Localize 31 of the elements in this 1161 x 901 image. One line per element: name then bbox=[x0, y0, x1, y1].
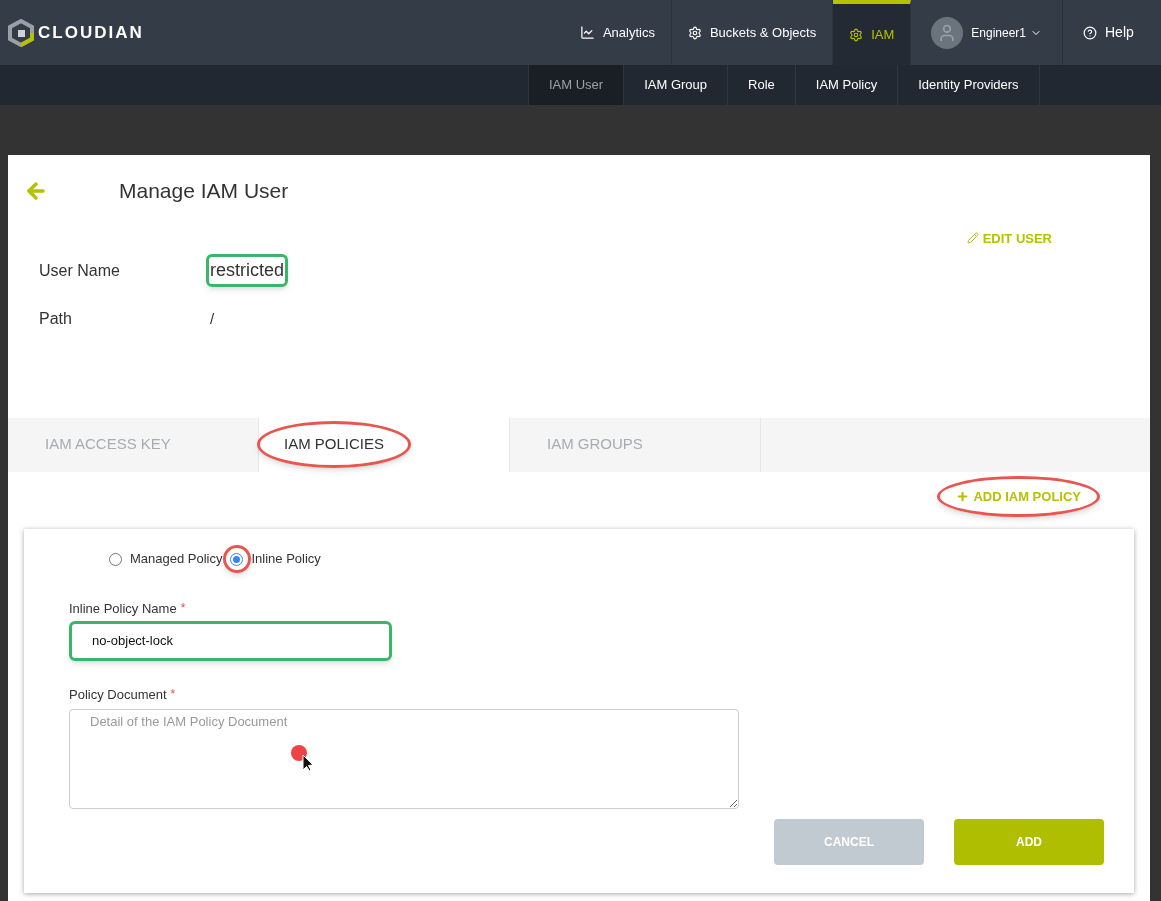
subnav-tab[interactable]: IAM User bbox=[528, 65, 624, 105]
subnav-tab[interactable]: Role bbox=[727, 65, 795, 105]
plus-icon bbox=[956, 489, 970, 503]
help-icon bbox=[1083, 25, 1097, 40]
subnav-tab[interactable]: IAM Policy bbox=[794, 65, 898, 105]
avatar-icon bbox=[931, 16, 964, 49]
input-field[interactable]: no-object-lock bbox=[69, 620, 392, 661]
cube-logo-icon bbox=[8, 18, 34, 47]
field-label: Path bbox=[39, 309, 73, 330]
subnav-tab[interactable]: IAM Group bbox=[623, 65, 728, 105]
field-label: Inline Policy Name bbox=[69, 600, 177, 618]
section-tab[interactable]: IAM POLICIES bbox=[259, 417, 510, 472]
chart-icon bbox=[579, 25, 595, 40]
nav-tab[interactable]: IAM bbox=[833, 0, 912, 65]
gear-icon bbox=[687, 25, 702, 40]
help-link[interactable]: Help bbox=[1063, 0, 1161, 65]
field-label: Policy Document bbox=[69, 685, 167, 704]
field-value: restricted bbox=[206, 254, 289, 287]
cursor-icon bbox=[290, 744, 314, 772]
required-mark: * bbox=[170, 685, 176, 703]
radio-label: Inline Policy bbox=[251, 550, 321, 569]
policy-document-field[interactable]: Detail of the IAM Policy Document bbox=[69, 709, 739, 809]
brand-name: CLOUDIAN bbox=[38, 21, 144, 44]
required-mark: * bbox=[180, 600, 186, 617]
gear-icon bbox=[849, 27, 864, 42]
field-label: User Name bbox=[39, 260, 121, 281]
pencil-icon bbox=[966, 232, 979, 245]
page-title: Manage IAM User bbox=[119, 178, 289, 204]
subnav-tab[interactable]: Identity Providers bbox=[897, 65, 1040, 105]
radio-label: Managed Policy bbox=[130, 550, 223, 569]
field-value: / bbox=[209, 309, 216, 329]
